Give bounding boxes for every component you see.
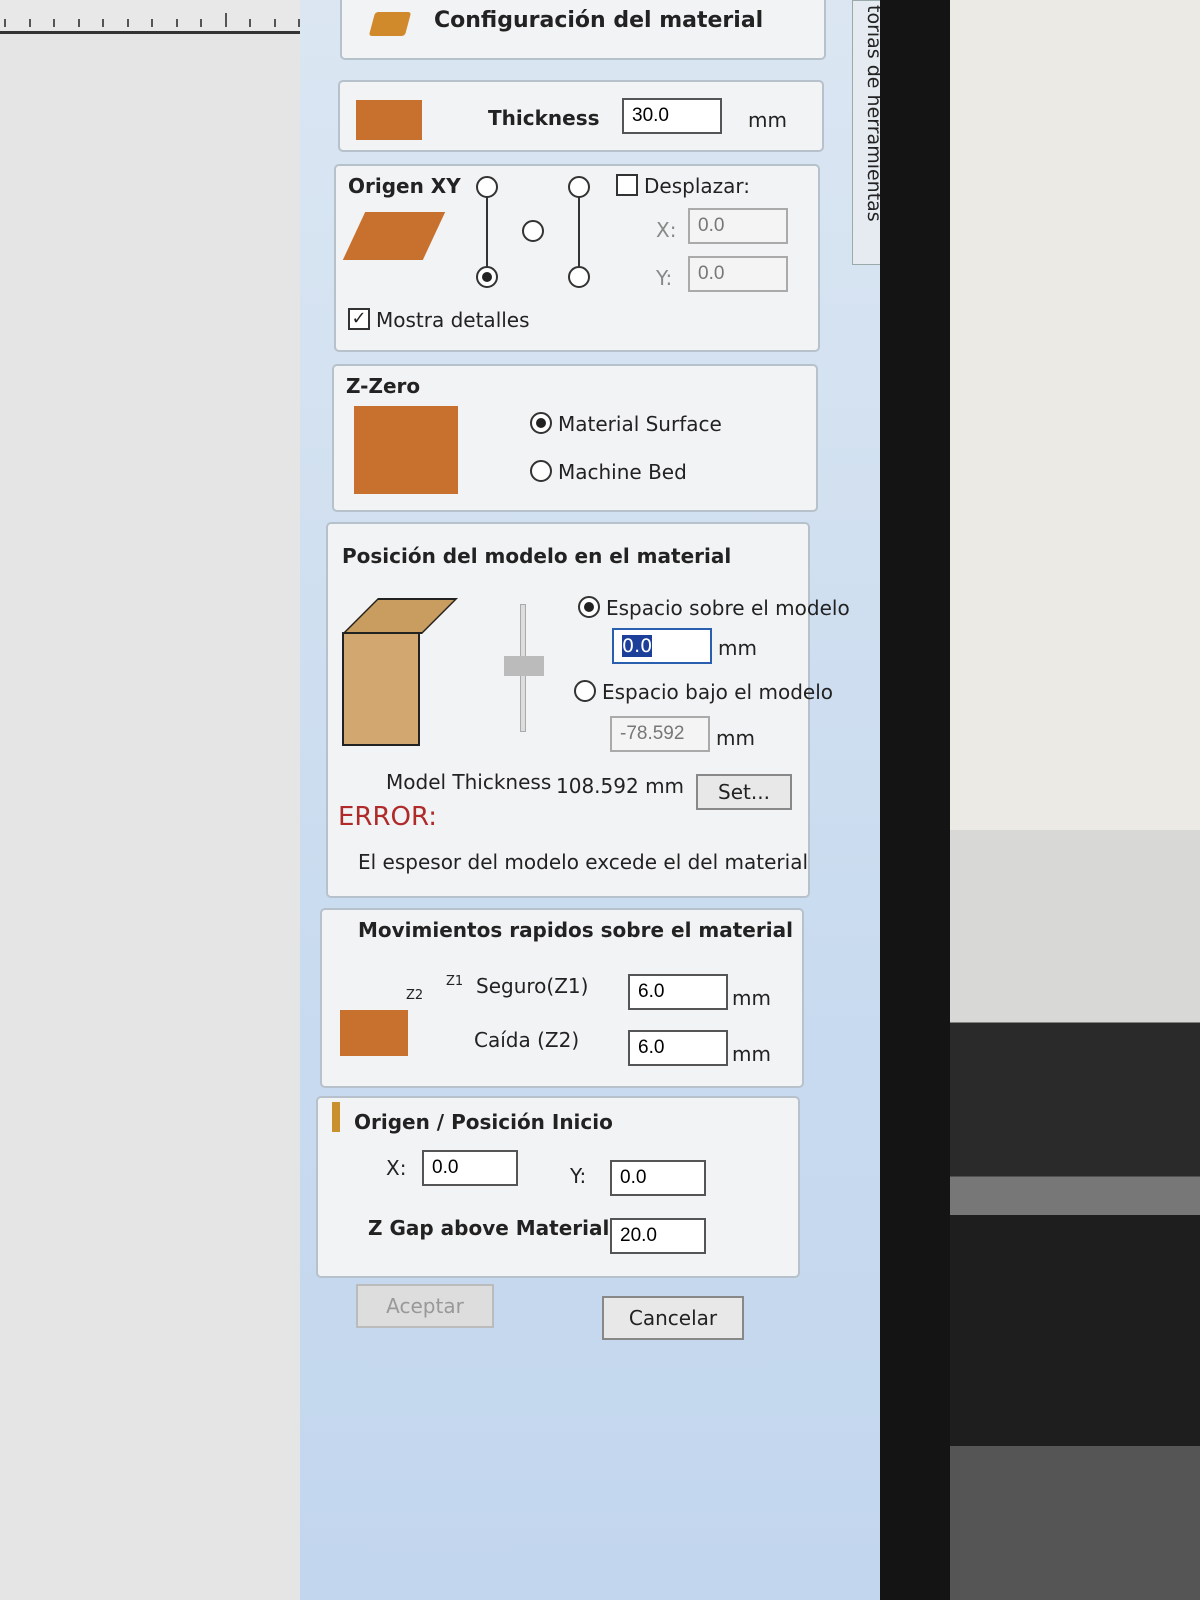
position-slider-thumb[interactable]	[504, 656, 544, 676]
model-position-title: Posición del modelo en el material	[342, 544, 732, 568]
thickness-unit: mm	[748, 108, 787, 132]
home-y-input[interactable]	[610, 1160, 706, 1196]
material-surface-label: Material Surface	[558, 412, 722, 436]
space-above-input[interactable]: 0.0	[612, 628, 712, 664]
origin-bottom-left-radio[interactable]	[476, 266, 498, 288]
rapid-moves-material-icon	[340, 1010, 408, 1056]
z1-tag: Z1	[446, 974, 464, 989]
model-position-group: Posición del modelo en el material Espac…	[326, 522, 850, 898]
safe-z1-unit: mm	[732, 986, 771, 1010]
rapid-moves-title: Movimientos rapidos sobre el material	[358, 918, 793, 942]
ruler-tick	[273, 19, 276, 27]
offset-y-input[interactable]	[688, 256, 788, 292]
origin-bottom-right-radio[interactable]	[568, 266, 590, 288]
z2-tag: Z2	[406, 988, 424, 1003]
material-block-icon	[368, 12, 412, 36]
home-title: Origen / Posición Inicio	[354, 1110, 613, 1134]
safe-z1-input[interactable]	[628, 974, 728, 1010]
model-cube-top	[342, 598, 458, 634]
drawing-canvas[interactable]	[0, 0, 300, 1600]
drop-z2-label: Caída (Z2)	[474, 1028, 580, 1052]
origin-xy-group: Origen XY Desplazar: X: Y: ✓ Mostra deta…	[334, 164, 820, 352]
space-above-unit: mm	[718, 636, 757, 660]
space-above-radio[interactable]	[578, 596, 600, 618]
background-equipment	[950, 830, 1200, 1600]
show-details-checkbox[interactable]: ✓	[348, 308, 370, 330]
machine-bed-label: Machine Bed	[558, 460, 687, 484]
ruler-tick	[224, 13, 227, 27]
model-cube-icon	[342, 632, 420, 746]
thickness-input[interactable]	[622, 98, 722, 134]
drop-z2-unit: mm	[732, 1042, 771, 1066]
space-below-input[interactable]	[610, 716, 710, 752]
drop-z2-input[interactable]	[628, 1030, 728, 1066]
space-below-unit: mm	[716, 726, 755, 750]
show-details-label: Mostra detalles	[376, 308, 530, 332]
space-above-value: 0.0	[622, 635, 653, 657]
ruler-tick	[4, 19, 6, 27]
model-thickness-value: 108.592 mm	[556, 774, 685, 798]
ruler-tick	[53, 19, 55, 27]
ruler-tick	[249, 19, 251, 27]
origin-top-right-radio[interactable]	[568, 176, 590, 198]
set-thickness-button[interactable]: Set...	[696, 774, 792, 810]
offset-x-input[interactable]	[688, 208, 788, 244]
offset-x-label: X:	[656, 218, 677, 242]
error-message: El espesor del modelo excede el del mate…	[358, 850, 808, 874]
space-below-label: Espacio bajo el modelo	[602, 680, 833, 704]
origin-top-left-radio[interactable]	[476, 176, 498, 198]
offset-y-label: Y:	[656, 266, 673, 290]
whiteboard-background	[950, 0, 1200, 830]
thickness-label: Thickness	[488, 106, 600, 130]
panel-title: Configuración del material	[434, 8, 764, 33]
ruler-tick	[175, 19, 178, 27]
home-y-label: Y:	[570, 1164, 587, 1188]
ruler-tick	[77, 19, 80, 27]
monitor-bezel	[880, 0, 950, 1600]
thickness-group: Thickness mm	[338, 80, 824, 152]
offset-label: Desplazar:	[644, 174, 750, 198]
ruler-tick	[102, 19, 104, 27]
ruler-tick	[151, 19, 153, 27]
space-below-radio[interactable]	[574, 680, 596, 702]
header-group: Configuración del material	[340, 0, 826, 60]
machine-bed-radio[interactable]	[530, 460, 552, 482]
z-gap-input[interactable]	[610, 1218, 706, 1254]
offset-checkbox[interactable]	[616, 174, 638, 196]
model-thickness-label: Model Thickness	[386, 770, 552, 794]
z-gap-label: Z Gap above Material	[368, 1216, 610, 1240]
z-zero-group: Z-Zero Material Surface Machine Bed	[332, 364, 818, 512]
rapid-moves-group: Movimientos rapidos sobre el material Z2…	[320, 908, 804, 1088]
safe-z1-label: Seguro(Z1)	[476, 974, 589, 998]
home-position-group: Origen / Posición Inicio X: Y: Z Gap abo…	[316, 1096, 800, 1278]
thickness-icon	[356, 100, 422, 140]
ruler-tick	[200, 19, 202, 27]
ruler-tick	[28, 19, 31, 27]
error-title: ERROR:	[338, 802, 438, 832]
cancel-button[interactable]: Cancelar	[602, 1296, 744, 1340]
material-plate-icon	[342, 212, 446, 260]
origin-center-radio[interactable]	[522, 220, 544, 242]
home-icon	[332, 1102, 340, 1132]
ruler-tick	[126, 19, 129, 27]
material-setup-panel: Configuración del material Thickness mm …	[300, 0, 880, 1600]
home-x-input[interactable]	[422, 1150, 518, 1186]
z-zero-title: Z-Zero	[346, 374, 421, 398]
space-above-label: Espacio sobre el modelo	[606, 596, 850, 620]
accept-button[interactable]: Aceptar	[356, 1284, 494, 1328]
origin-xy-title: Origen XY	[348, 174, 461, 198]
z-zero-material-icon	[354, 406, 458, 494]
home-x-label: X:	[386, 1156, 407, 1180]
material-surface-radio[interactable]	[530, 412, 552, 434]
ruler	[0, 0, 300, 34]
